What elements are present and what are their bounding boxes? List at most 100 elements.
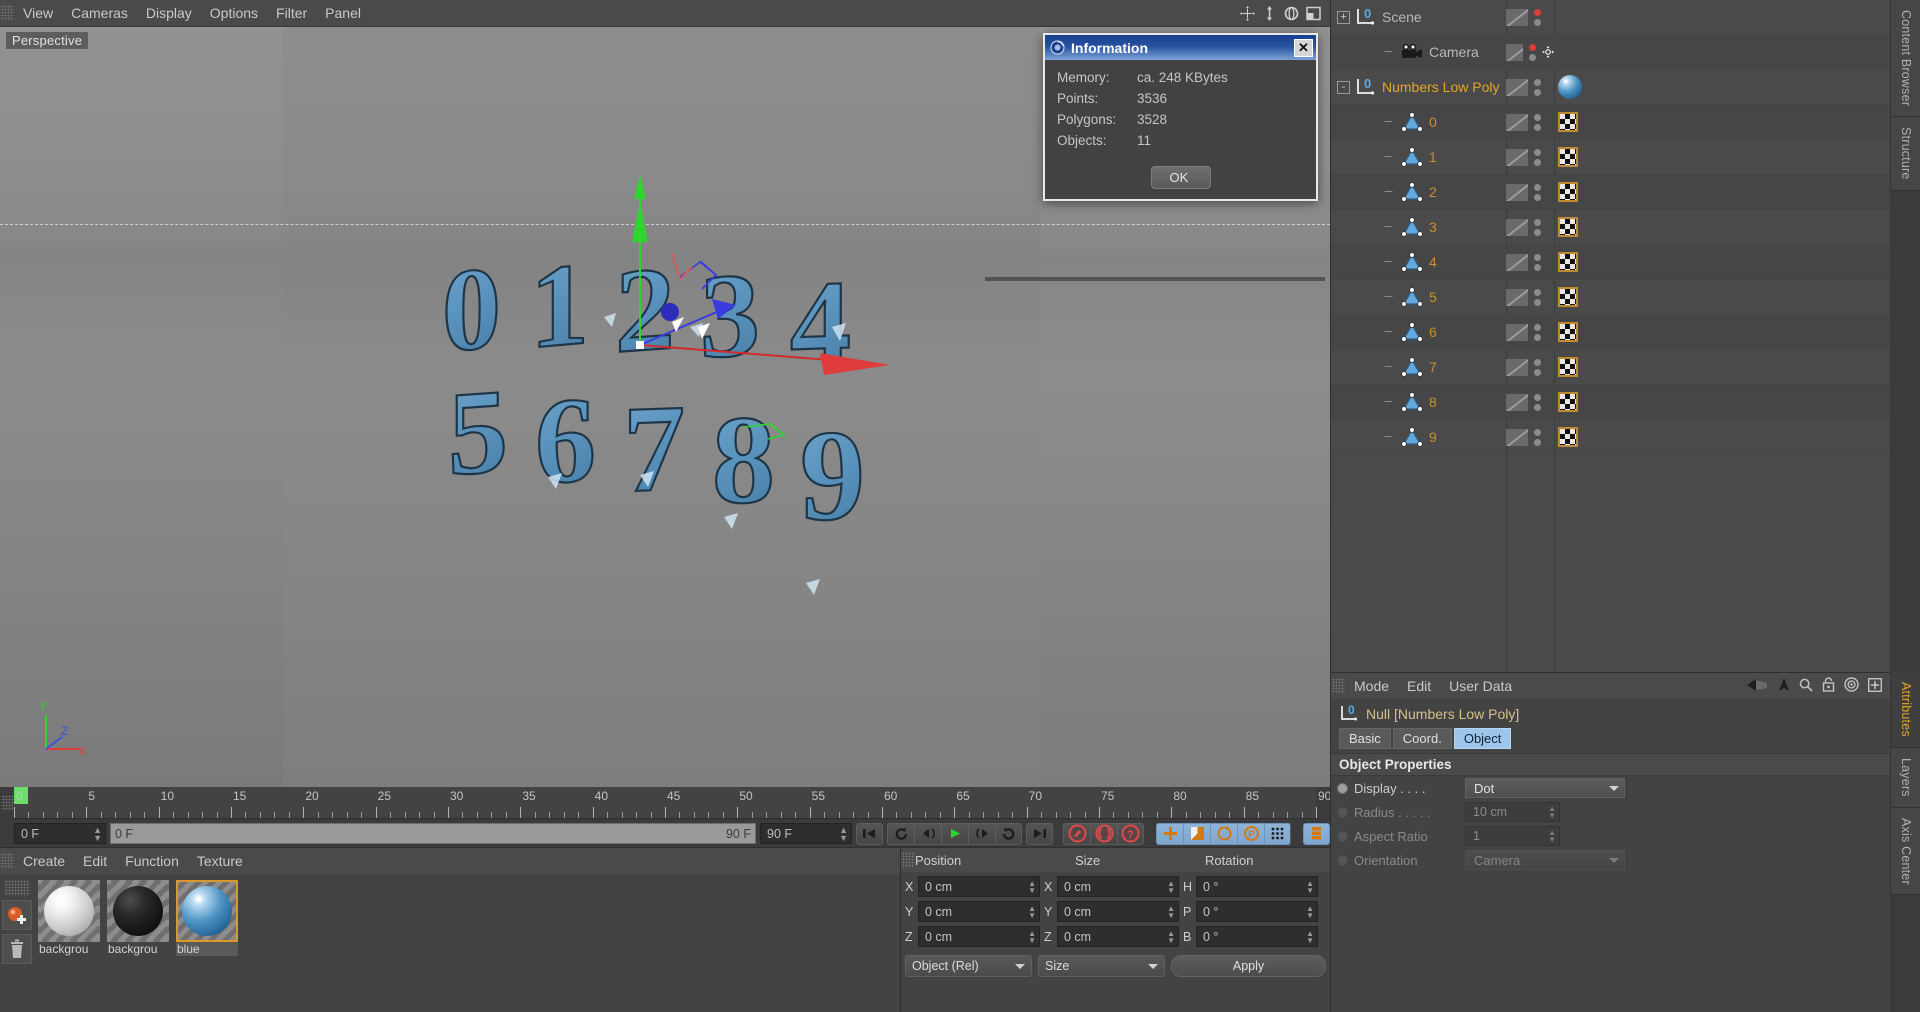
object-enable-toggle[interactable] — [1506, 8, 1528, 26]
size-field[interactable]: 0 cm ▲ ▼ — [1057, 901, 1179, 922]
property-enable-radio[interactable] — [1337, 830, 1348, 842]
material-tag-icon[interactable] — [1558, 75, 1582, 99]
target-tag-icon[interactable] — [1541, 44, 1554, 60]
delete-material-icon[interactable] — [2, 934, 32, 964]
viewport-menu-filter[interactable]: Filter — [267, 0, 316, 27]
attribute-menu-mode[interactable]: Mode — [1345, 673, 1398, 700]
editor-visibility-dot[interactable] — [1534, 78, 1541, 86]
apply-button[interactable]: Apply — [1171, 955, 1326, 977]
material-menu-function[interactable]: Function — [116, 848, 188, 875]
coordinate-mode-dropdown[interactable]: Object (Rel) — [905, 955, 1032, 977]
texture-tag-icon[interactable] — [1558, 252, 1578, 272]
autokey-icon[interactable] — [1090, 822, 1117, 845]
current-frame-field[interactable]: 0 F ▲ ▼ — [14, 823, 106, 844]
texture-tag-icon[interactable] — [1558, 217, 1578, 237]
attribute-menu-grip[interactable] — [1331, 678, 1345, 694]
object-enable-toggle[interactable] — [1506, 148, 1528, 166]
editor-visibility-dot[interactable] — [1534, 253, 1541, 261]
coordinate-grip[interactable] — [901, 852, 915, 868]
render-visibility-dot[interactable] — [1534, 368, 1541, 376]
material-menu-create[interactable]: Create — [14, 848, 74, 875]
render-visibility-dot[interactable] — [1534, 193, 1541, 201]
visibility-dots[interactable] — [1534, 288, 1541, 306]
object-enable-toggle[interactable] — [1506, 43, 1523, 61]
size-field[interactable]: 0 cm ▲ ▼ — [1057, 926, 1179, 947]
attribute-menu-user-data[interactable]: User Data — [1440, 673, 1521, 700]
ok-button[interactable]: OK — [1150, 166, 1211, 189]
attribute-menu-edit[interactable]: Edit — [1398, 673, 1440, 700]
editor-visibility-dot[interactable] — [1534, 323, 1541, 331]
play-icon[interactable] — [941, 822, 968, 845]
size-field[interactable]: 0 cm ▲ ▼ — [1057, 876, 1179, 897]
material-item[interactable]: backgrou — [38, 880, 100, 964]
spinner-arrows[interactable]: ▲ ▼ — [1167, 879, 1175, 894]
up-arrow-icon[interactable] — [1778, 677, 1790, 695]
object-tree-row[interactable]: -0 Numbers Low Poly — [1331, 70, 1890, 105]
side-tab-content-browser[interactable]: Content Browser — [1890, 0, 1920, 118]
key-selection-icon[interactable]: ? — [1117, 822, 1144, 845]
visibility-dots[interactable] — [1534, 393, 1541, 411]
editor-visibility-dot[interactable] — [1534, 218, 1541, 226]
rotation-field[interactable]: 0 ° ▲ ▼ — [1196, 926, 1318, 947]
param-key-icon[interactable]: P — [1237, 822, 1264, 845]
keyframe-layout-icon[interactable] — [1303, 822, 1330, 845]
visibility-dots[interactable] — [1528, 43, 1536, 61]
visibility-dots[interactable] — [1534, 323, 1541, 341]
object-enable-toggle[interactable] — [1506, 358, 1528, 376]
spinner-arrows[interactable]: ▲ ▼ — [1028, 904, 1036, 919]
object-tree-row[interactable]: ─ 1 — [1331, 140, 1890, 175]
coordinate-size-dropdown[interactable]: Size — [1038, 955, 1165, 977]
loop-icon[interactable] — [995, 822, 1022, 845]
visibility-dots[interactable] — [1534, 358, 1541, 376]
visibility-dots[interactable] — [1534, 218, 1541, 236]
object-tree-row[interactable]: ─ 6 — [1331, 315, 1890, 350]
editor-visibility-dot[interactable] — [1534, 393, 1541, 401]
object-tree-row[interactable]: ─ 8 — [1331, 385, 1890, 420]
rotation-key-icon[interactable] — [1210, 822, 1237, 845]
spinner-arrows[interactable]: ▲ ▼ — [93, 825, 102, 842]
material-menu-grip[interactable] — [0, 853, 14, 869]
render-visibility-dot[interactable] — [1534, 263, 1541, 271]
texture-tag-icon[interactable] — [1558, 322, 1578, 342]
object-enable-toggle[interactable] — [1506, 183, 1528, 201]
material-swatch[interactable] — [176, 880, 238, 942]
viewport-menu-view[interactable]: View — [14, 0, 62, 27]
end-frame-field[interactable]: 90 F ▲ ▼ — [760, 823, 852, 844]
render-visibility-dot[interactable] — [1534, 88, 1541, 96]
scale-key-icon[interactable] — [1183, 822, 1210, 845]
object-enable-toggle[interactable] — [1506, 253, 1528, 271]
object-tree-row[interactable]: ─ 9 — [1331, 420, 1890, 455]
object-tree-row[interactable]: ─ 7 — [1331, 350, 1890, 385]
visibility-dots[interactable] — [1534, 78, 1541, 96]
texture-tag-icon[interactable] — [1558, 147, 1578, 167]
render-visibility-dot[interactable] — [1534, 333, 1541, 341]
spinner-arrows[interactable]: ▲ ▼ — [839, 825, 848, 842]
object-enable-toggle[interactable] — [1506, 393, 1528, 411]
side-tab-attributes[interactable]: Attributes — [1890, 672, 1920, 748]
spinner-arrows[interactable]: ▲ ▼ — [1548, 805, 1556, 820]
object-enable-toggle[interactable] — [1506, 323, 1528, 341]
texture-tag-icon[interactable] — [1558, 427, 1578, 447]
spinner-arrows[interactable]: ▲ ▼ — [1306, 879, 1314, 894]
object-tree-row[interactable]: ─ 3 — [1331, 210, 1890, 245]
side-tab-axis-center[interactable]: Axis Center — [1890, 807, 1920, 896]
object-tree-row[interactable]: ─ 0 — [1331, 105, 1890, 140]
close-icon[interactable]: ✕ — [1294, 38, 1313, 57]
timeline-ruler[interactable]: 0 5 10 15 20 25 30 35 40 45 50 55 60 65 70 75 80 85 90 — [14, 787, 1331, 819]
timeline-range-bar[interactable]: 0 F 90 F — [110, 823, 756, 844]
lock-icon[interactable] — [1822, 677, 1835, 695]
attribute-tab-object[interactable]: Object — [1453, 728, 1512, 749]
viewport-menu-options[interactable]: Options — [201, 0, 267, 27]
editor-visibility-dot[interactable] — [1534, 113, 1541, 121]
step-forward-icon[interactable] — [968, 822, 995, 845]
texture-tag-icon[interactable] — [1558, 392, 1578, 412]
position-field[interactable]: 0 cm ▲ ▼ — [918, 926, 1040, 947]
position-field[interactable]: 0 cm ▲ ▼ — [918, 876, 1040, 897]
editor-visibility-dot[interactable] — [1534, 428, 1541, 436]
position-key-icon[interactable] — [1156, 822, 1183, 845]
viewport-menu-display[interactable]: Display — [137, 0, 201, 27]
editor-visibility-dot[interactable] — [1534, 148, 1541, 156]
search-icon[interactable] — [1799, 678, 1813, 695]
editor-visibility-dot[interactable] — [1534, 358, 1541, 366]
object-enable-toggle[interactable] — [1506, 218, 1528, 236]
